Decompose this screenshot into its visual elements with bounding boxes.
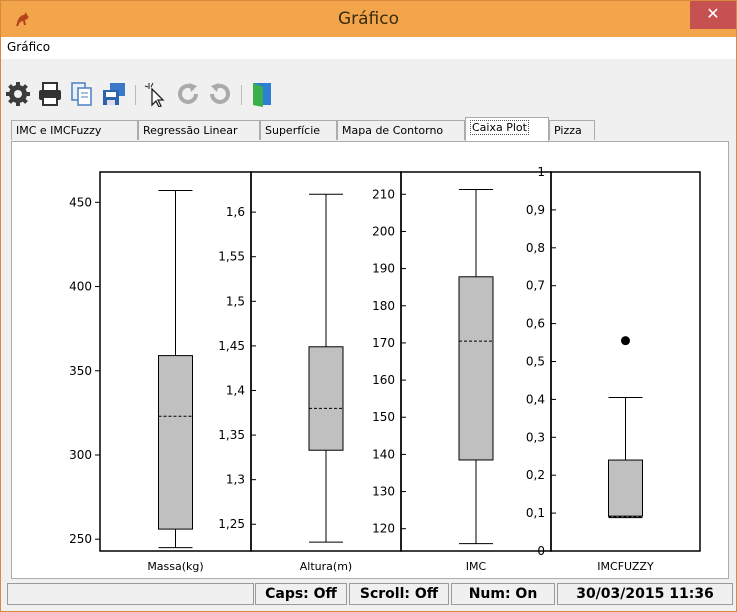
y-tick-label: 250 — [69, 532, 92, 546]
status-scroll: Scroll: Off — [349, 583, 449, 605]
y-tick-label: 1 — [537, 165, 545, 179]
y-tick-label: 0,8 — [526, 241, 545, 255]
status-datetime: 30/03/2015 11:36 — [557, 583, 733, 605]
y-tick-label: 0,6 — [526, 317, 545, 331]
y-tick-label: 140 — [372, 447, 395, 461]
tab-superficie[interactable]: Superfície — [260, 120, 337, 140]
save-icon[interactable] — [101, 81, 127, 107]
y-tick-label: 150 — [372, 410, 395, 424]
y-tick-label: 0,1 — [526, 506, 545, 520]
tab-mapa-de-contorno[interactable]: Mapa de Contorno — [337, 120, 465, 140]
status-bar: Caps: Off Scroll: Off Num: On 30/03/2015… — [7, 583, 733, 607]
status-empty — [7, 583, 254, 605]
y-tick-label: 450 — [69, 195, 92, 209]
tab-strip: IMC e IMCFuzzy Regressão Linear Superfíc… — [1, 116, 736, 142]
status-num: Num: On — [451, 583, 555, 605]
y-tick-label: 120 — [372, 522, 395, 536]
tab-imc-imcfuzzy[interactable]: IMC e IMCFuzzy — [11, 120, 138, 140]
category-label: IMC — [466, 560, 487, 573]
y-tick-label: 400 — [69, 280, 92, 294]
y-tick-label: 300 — [69, 448, 92, 462]
close-button[interactable]: ✕ — [690, 1, 736, 29]
y-tick-label: 1,3 — [226, 473, 245, 487]
y-tick-label: 190 — [372, 262, 395, 276]
tab-regressao-linear[interactable]: Regressão Linear — [138, 120, 260, 140]
y-tick-label: 160 — [372, 373, 395, 387]
category-label: Altura(m) — [300, 560, 352, 573]
y-tick-label: 1,35 — [218, 428, 245, 442]
box-iqr — [608, 459, 643, 517]
title-bar[interactable]: Gráfico ✕ — [1, 1, 736, 37]
box-plot-chart: 250 300 350 400 450 Massa(kg) 1,25 1,3 1,35 1,4 1,… — [69, 165, 701, 573]
print-icon[interactable] — [37, 81, 63, 107]
status-caps: Caps: Off — [255, 583, 347, 605]
category-label: Massa(kg) — [147, 560, 203, 573]
menu-bar: Gráfico — [1, 37, 736, 59]
y-tick-label: 0 — [537, 544, 545, 558]
window-title: Gráfico — [337, 9, 400, 29]
category-label: IMCFUZZY — [597, 560, 654, 573]
outlier-point — [621, 336, 630, 346]
menu-item-grafico[interactable]: Gráfico — [7, 40, 50, 54]
y-tick-label: 1,25 — [218, 517, 245, 531]
y-tick-label: 1,55 — [218, 250, 245, 264]
pointer-icon[interactable] — [143, 81, 169, 107]
rotate-cw-icon[interactable] — [175, 81, 201, 107]
y-tick-label: 1,6 — [226, 205, 245, 219]
y-tick-label: 0,2 — [526, 468, 545, 482]
y-tick-label: 200 — [372, 224, 395, 238]
box-iqr — [308, 346, 344, 451]
rotate-ccw-icon[interactable] — [207, 81, 233, 107]
copy-icon[interactable] — [69, 81, 95, 107]
window: Gráfico ✕ Gráfico IMC e IMCFuzzy Regress… — [0, 0, 737, 612]
exit-icon[interactable] — [249, 81, 275, 107]
y-tick-label: 130 — [372, 485, 395, 499]
y-tick-label: 1,4 — [226, 383, 245, 397]
gear-icon[interactable] — [5, 81, 31, 107]
tab-pizza[interactable]: Pizza — [549, 120, 595, 140]
y-tick-label: 210 — [372, 187, 395, 201]
y-tick-label: 0,3 — [526, 430, 545, 444]
toolbar-separator — [135, 85, 136, 105]
y-tick-label: 0,7 — [526, 279, 545, 293]
box-iqr — [458, 276, 494, 461]
y-tick-label: 0,9 — [526, 203, 545, 217]
toolbar-separator — [241, 85, 242, 105]
y-tick-label: 1,45 — [218, 339, 245, 353]
y-tick-label: 350 — [69, 364, 92, 378]
y-tick-label: 170 — [372, 336, 395, 350]
y-tick-label: 1,5 — [226, 294, 245, 308]
tab-caixa-plot[interactable]: Caixa Plot — [465, 117, 549, 141]
y-tick-label: 0,5 — [526, 355, 545, 369]
chart-panel: 250 300 350 400 450 Massa(kg) 1,25 1,3 1,35 1,4 1,… — [11, 141, 729, 579]
toolbar — [1, 59, 736, 115]
y-tick-label: 0,4 — [526, 392, 545, 406]
y-tick-label: 180 — [372, 299, 395, 313]
box-iqr — [158, 355, 193, 530]
